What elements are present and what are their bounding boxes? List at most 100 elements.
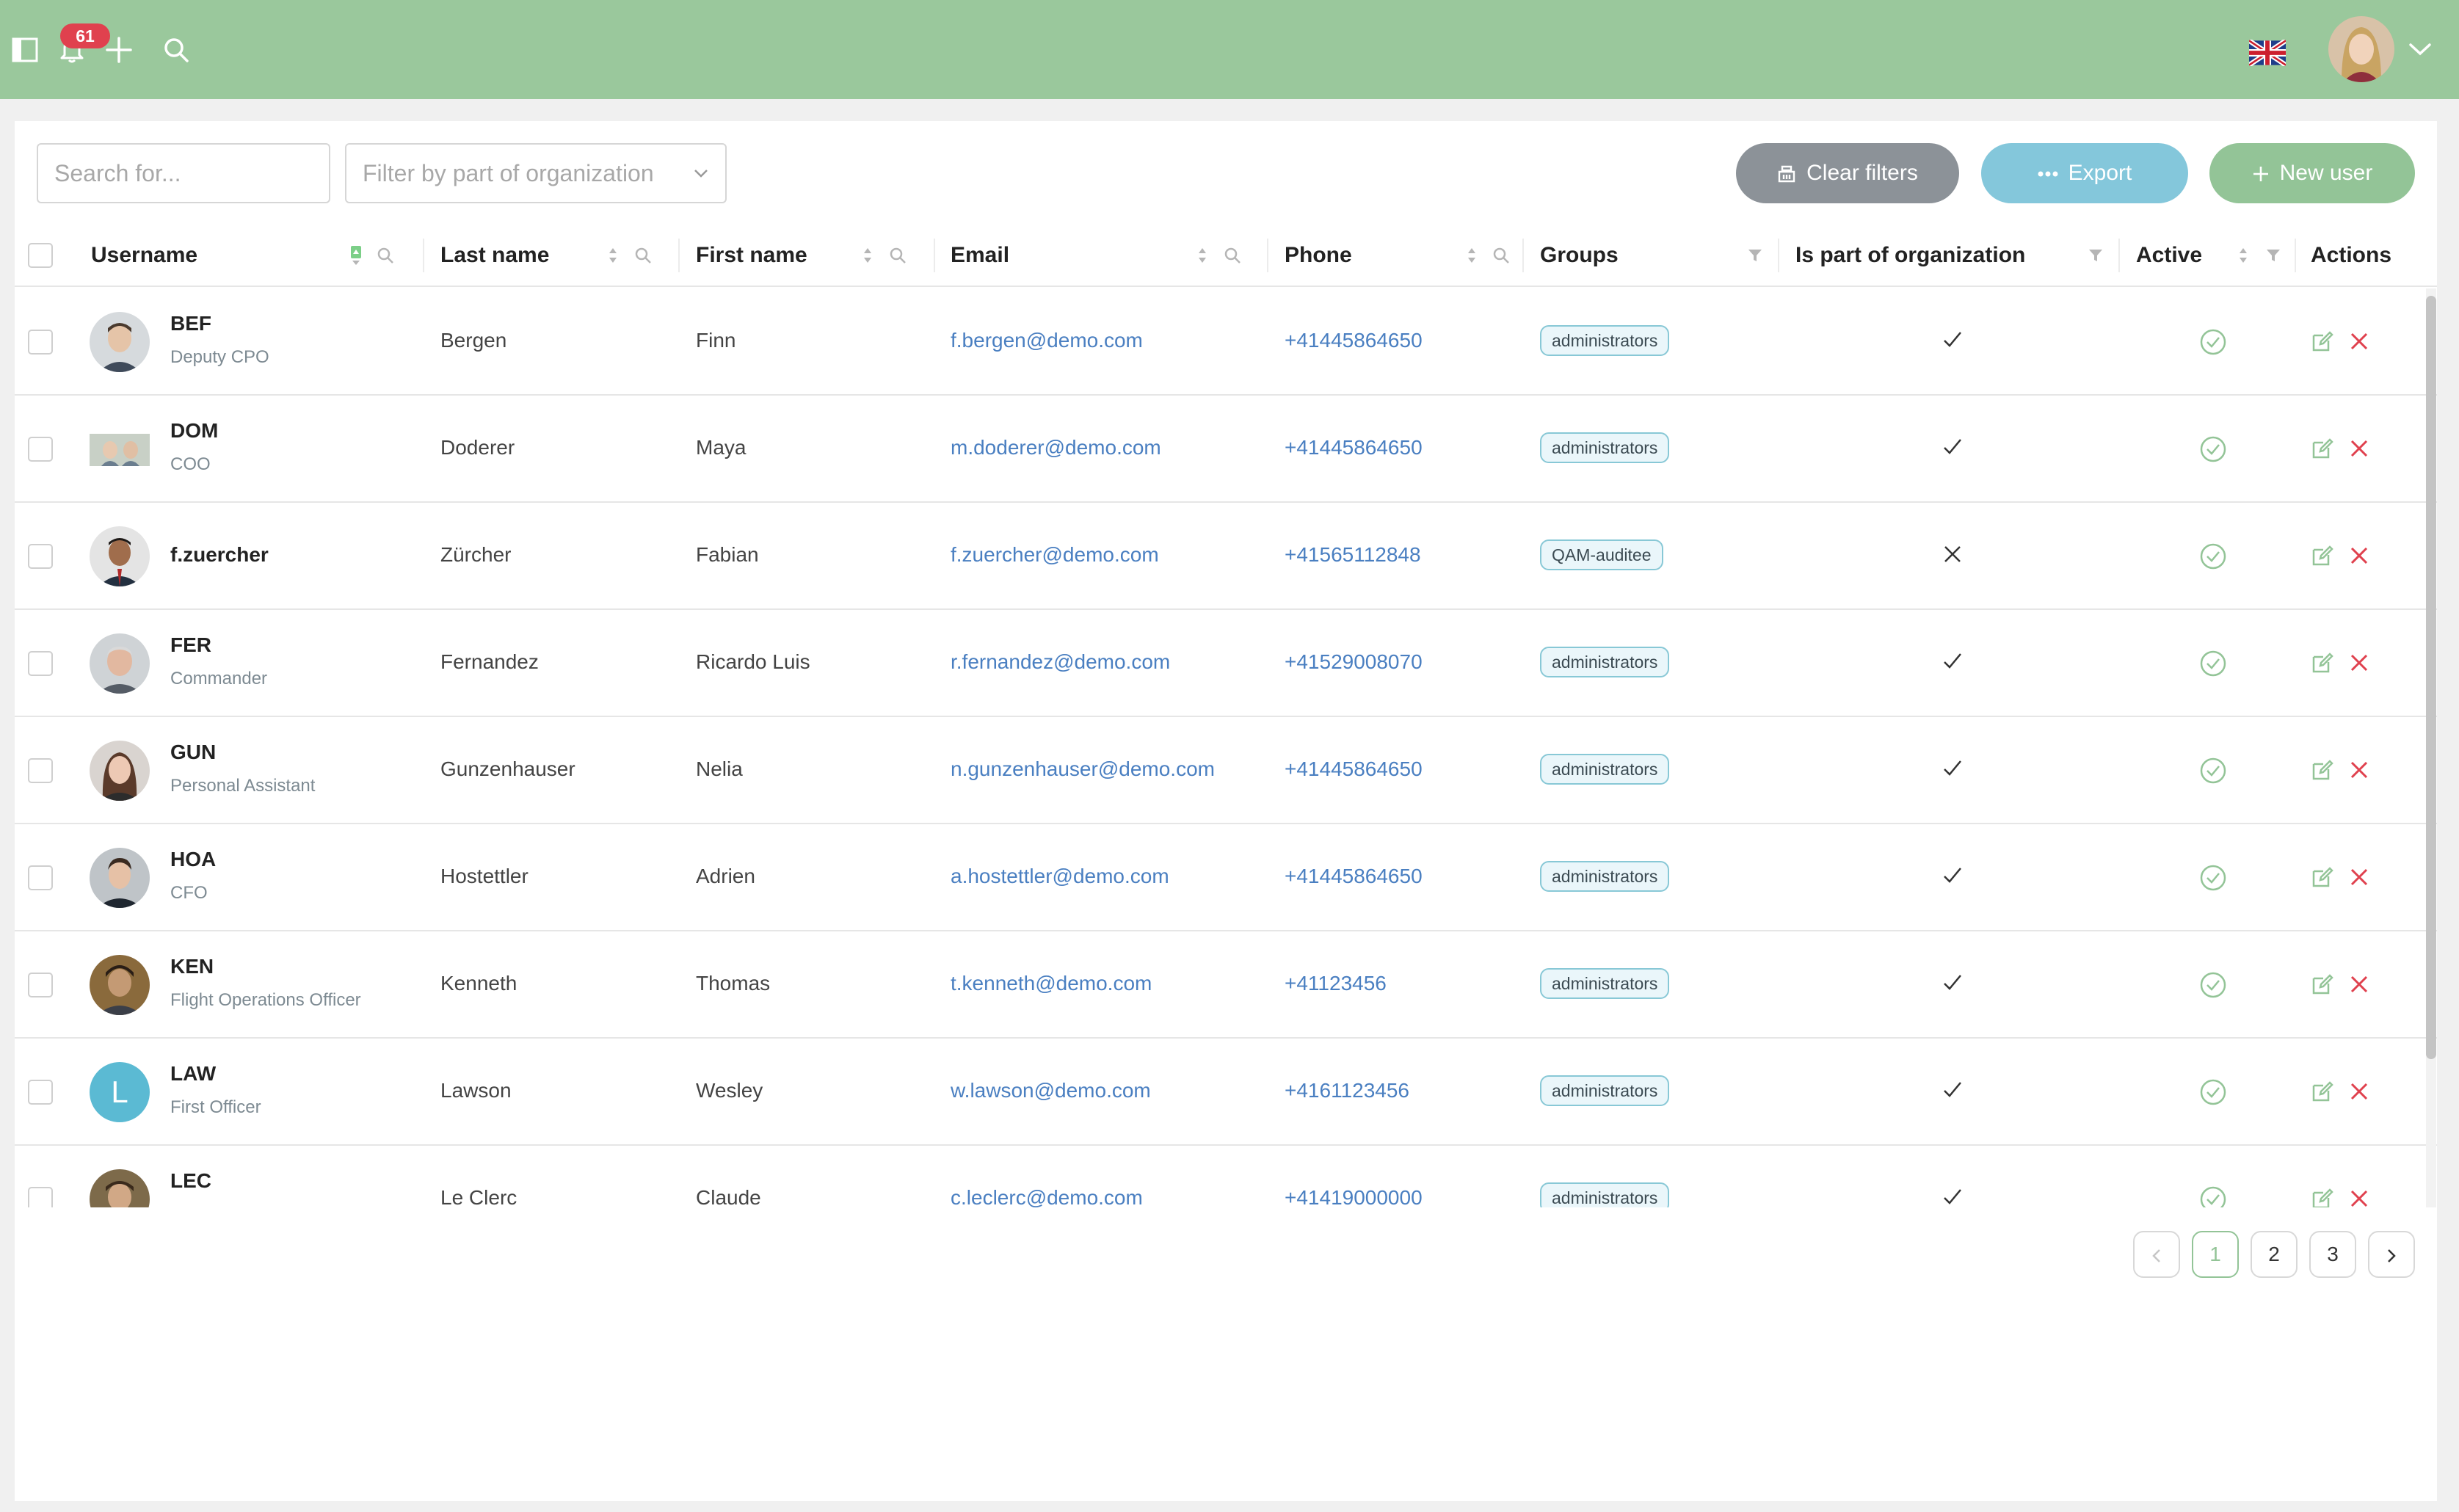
column-header-first-name[interactable]: First name bbox=[696, 224, 807, 287]
new-user-button[interactable]: New user bbox=[2209, 143, 2415, 203]
row-checkbox[interactable] bbox=[28, 437, 53, 462]
more-dots-icon bbox=[2038, 171, 2058, 177]
edit-icon[interactable] bbox=[2311, 1080, 2334, 1103]
column-header-phone[interactable]: Phone bbox=[1285, 224, 1352, 287]
search-icon[interactable] bbox=[161, 35, 191, 65]
row-checkbox[interactable] bbox=[28, 973, 53, 997]
close-icon[interactable] bbox=[2349, 653, 2369, 673]
sort-icon[interactable] bbox=[607, 245, 619, 266]
column-header-username[interactable]: Username bbox=[91, 224, 197, 287]
edit-icon[interactable] bbox=[2311, 437, 2334, 460]
email-link[interactable]: a.hostettler@demo.com bbox=[951, 865, 1169, 888]
username[interactable]: KEN bbox=[170, 955, 214, 978]
email-link[interactable]: c.leclerc@demo.com bbox=[951, 1186, 1143, 1207]
search-input[interactable] bbox=[37, 143, 330, 203]
column-search-icon[interactable] bbox=[888, 246, 907, 265]
select-all-checkbox[interactable] bbox=[28, 243, 53, 268]
column-search-icon[interactable] bbox=[1492, 246, 1511, 265]
phone-link[interactable]: +4161123456 bbox=[1285, 1079, 1409, 1102]
close-icon[interactable] bbox=[2349, 331, 2369, 352]
phone-link[interactable]: +41565112848 bbox=[1285, 543, 1421, 567]
close-icon[interactable] bbox=[2349, 760, 2369, 780]
column-search-icon[interactable] bbox=[1223, 246, 1242, 265]
sort-ascending-icon[interactable] bbox=[350, 245, 362, 266]
uk-flag-icon[interactable] bbox=[2249, 40, 2286, 66]
close-icon[interactable] bbox=[2349, 1188, 2369, 1207]
row-checkbox[interactable] bbox=[28, 330, 53, 355]
email-link[interactable]: t.kenneth@demo.com bbox=[951, 972, 1152, 995]
edit-icon[interactable] bbox=[2311, 544, 2334, 567]
username[interactable]: HOA bbox=[170, 848, 216, 871]
edit-icon[interactable] bbox=[2311, 1187, 2334, 1207]
close-icon[interactable] bbox=[2349, 545, 2369, 566]
check-circle-icon bbox=[2200, 436, 2226, 462]
username[interactable]: BEF bbox=[170, 312, 211, 335]
pagination-page-2[interactable]: 2 bbox=[2251, 1231, 2298, 1278]
phone-link[interactable]: +41123456 bbox=[1285, 972, 1387, 995]
row-checkbox[interactable] bbox=[28, 544, 53, 569]
notification-badge[interactable]: 61 bbox=[60, 23, 110, 48]
row-checkbox[interactable] bbox=[28, 651, 53, 676]
email-link[interactable]: f.zuercher@demo.com bbox=[951, 543, 1159, 567]
close-icon[interactable] bbox=[2349, 974, 2369, 995]
row-checkbox[interactable] bbox=[28, 1080, 53, 1105]
chevron-down-icon[interactable] bbox=[2408, 41, 2433, 57]
email-link[interactable]: r.fernandez@demo.com bbox=[951, 650, 1170, 674]
plus-icon[interactable] bbox=[104, 35, 134, 65]
check-circle-icon bbox=[2200, 1079, 2226, 1105]
close-icon[interactable] bbox=[2349, 1081, 2369, 1102]
sort-icon[interactable] bbox=[1466, 245, 1478, 266]
phone-link[interactable]: +41445864650 bbox=[1285, 436, 1423, 459]
row-checkbox[interactable] bbox=[28, 758, 53, 783]
phone-link[interactable]: +41445864650 bbox=[1285, 329, 1423, 352]
edit-icon[interactable] bbox=[2311, 330, 2334, 353]
user-avatar[interactable] bbox=[2328, 16, 2394, 82]
column-header-is-part-of-organization[interactable]: Is part of organization bbox=[1795, 224, 2025, 287]
export-button[interactable]: Export bbox=[1981, 143, 2188, 203]
sort-icon[interactable] bbox=[862, 245, 873, 266]
pagination-prev-button[interactable] bbox=[2133, 1231, 2180, 1278]
filter-icon[interactable] bbox=[1747, 247, 1763, 263]
edit-icon[interactable] bbox=[2311, 651, 2334, 675]
username[interactable]: GUN bbox=[170, 741, 216, 764]
column-header-last-name[interactable]: Last name bbox=[440, 224, 549, 287]
username[interactable]: LAW bbox=[170, 1062, 216, 1086]
column-header-active[interactable]: Active bbox=[2136, 224, 2202, 287]
filter-icon[interactable] bbox=[2265, 247, 2281, 263]
pagination-page-3[interactable]: 3 bbox=[2309, 1231, 2356, 1278]
phone-link[interactable]: +41445864650 bbox=[1285, 865, 1423, 888]
row-checkbox[interactable] bbox=[28, 865, 53, 890]
username[interactable]: FER bbox=[170, 633, 211, 657]
edit-icon[interactable] bbox=[2311, 973, 2334, 996]
sidebar-toggle-icon[interactable] bbox=[10, 35, 40, 65]
sort-icon[interactable] bbox=[1196, 245, 1208, 266]
email-link[interactable]: w.lawson@demo.com bbox=[951, 1079, 1151, 1102]
phone-link[interactable]: +41529008070 bbox=[1285, 650, 1423, 674]
email-link[interactable]: n.gunzenhauser@demo.com bbox=[951, 757, 1215, 781]
column-header-email[interactable]: Email bbox=[951, 224, 1009, 287]
row-checkbox[interactable] bbox=[28, 1187, 53, 1207]
phone-link[interactable]: +41419000000 bbox=[1285, 1186, 1423, 1207]
organization-filter-select[interactable]: Filter by part of organization bbox=[345, 143, 727, 203]
column-search-icon[interactable] bbox=[633, 246, 653, 265]
close-icon[interactable] bbox=[2349, 438, 2369, 459]
email-link[interactable]: m.doderer@demo.com bbox=[951, 436, 1161, 459]
username[interactable]: DOM bbox=[170, 419, 218, 443]
email-link[interactable]: f.bergen@demo.com bbox=[951, 329, 1143, 352]
sort-icon[interactable] bbox=[2237, 245, 2249, 266]
username[interactable]: f.zuercher bbox=[170, 543, 269, 567]
edit-icon[interactable] bbox=[2311, 865, 2334, 889]
filter-icon[interactable] bbox=[2088, 247, 2104, 263]
clear-filters-button[interactable]: Clear filters bbox=[1736, 143, 1959, 203]
close-icon[interactable] bbox=[2349, 867, 2369, 887]
column-search-icon[interactable] bbox=[376, 246, 395, 265]
edit-icon[interactable] bbox=[2311, 758, 2334, 782]
phone-link[interactable]: +41445864650 bbox=[1285, 757, 1423, 781]
pagination-next-button[interactable] bbox=[2368, 1231, 2415, 1278]
group-badge: administrators bbox=[1540, 325, 1670, 356]
pagination-page-1[interactable]: 1 bbox=[2192, 1231, 2239, 1278]
username[interactable]: LEC bbox=[170, 1169, 211, 1193]
column-header-groups[interactable]: Groups bbox=[1540, 224, 1619, 287]
table-scrollbar[interactable] bbox=[2426, 288, 2436, 1207]
scrollbar-thumb[interactable] bbox=[2426, 296, 2436, 1059]
